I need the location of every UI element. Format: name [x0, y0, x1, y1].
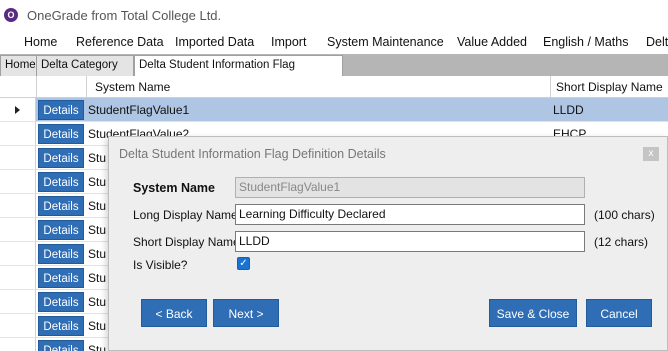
long-display-name-label: Long Display Name [133, 208, 238, 222]
details-button[interactable]: Details [38, 124, 84, 144]
flag-definition-dialog: Delta Student Information Flag Definitio… [108, 136, 668, 351]
details-button[interactable]: Details [38, 244, 84, 264]
grid-row-header-column [0, 76, 37, 98]
is-visible-label: Is Visible? [133, 258, 188, 272]
row-selector[interactable] [0, 146, 36, 169]
system-name-label: System Name [133, 181, 215, 195]
menu-delta[interactable]: Delta [646, 35, 668, 49]
grid-header-short-display-name[interactable]: Short Display Name [551, 76, 668, 98]
next-button[interactable]: Next > [213, 299, 279, 327]
app-title: OneGrade from Total College Ltd. [27, 7, 222, 23]
menu-reference-data[interactable]: Reference Data [76, 35, 164, 49]
system-name-cell: Stu [88, 151, 107, 165]
dialog-title: Delta Student Information Flag Definitio… [119, 147, 386, 161]
save-close-button[interactable]: Save & Close [489, 299, 577, 327]
cancel-button[interactable]: Cancel [586, 299, 652, 327]
system-name-cell: Stu [88, 319, 107, 333]
row-selector[interactable] [0, 242, 36, 265]
short-display-name-hint: (12 chars) [594, 235, 649, 249]
current-row-arrow-icon [15, 106, 20, 114]
tab-delta-category[interactable]: Delta Category [36, 55, 134, 76]
row-selector[interactable] [0, 218, 36, 241]
details-button[interactable]: Details [38, 220, 84, 240]
details-button[interactable]: Details [38, 148, 84, 168]
menu-english-maths[interactable]: English / Maths [543, 35, 628, 49]
document-tab-bar: Home Delta Category Delta Student Inform… [0, 54, 668, 90]
is-visible-checkbox[interactable]: ✓ [237, 257, 250, 270]
main-menu-bar: Home Reference Data Imported Data Import… [0, 30, 668, 54]
row-selector[interactable] [0, 338, 36, 351]
details-button[interactable]: Details [38, 340, 84, 351]
system-name-cell: Stu [88, 271, 107, 285]
row-selector[interactable] [0, 170, 36, 193]
row-selector[interactable] [0, 122, 36, 145]
details-button[interactable]: Details [38, 196, 84, 216]
system-name-cell: Stu [88, 199, 107, 213]
menu-import[interactable]: Import [271, 35, 306, 49]
table-row[interactable]: Details StudentFlagValue1 LLDD [0, 98, 668, 122]
title-bar: O OneGrade from Total College Ltd. [0, 0, 668, 30]
details-button[interactable]: Details [38, 268, 84, 288]
system-name-cell: Stu [88, 247, 107, 261]
row-selector[interactable] [0, 290, 36, 313]
grid-details-column-header [37, 76, 87, 98]
long-display-name-hint: (100 chars) [594, 208, 655, 222]
menu-imported-data[interactable]: Imported Data [175, 35, 254, 49]
system-name-cell: Stu [88, 295, 107, 309]
row-selector[interactable] [0, 98, 36, 121]
system-name-cell: Stu [88, 223, 107, 237]
short-display-name-cell: LLDD [553, 103, 584, 117]
details-button[interactable]: Details [38, 100, 84, 120]
system-name-cell: StudentFlagValue1 [88, 103, 190, 117]
short-display-name-input[interactable]: LLDD [235, 231, 585, 252]
tab-home[interactable]: Home [0, 55, 37, 76]
details-button[interactable]: Details [38, 316, 84, 336]
checkmark-icon: ✓ [239, 258, 248, 269]
back-button[interactable]: < Back [141, 299, 207, 327]
system-name-field: StudentFlagValue1 [235, 177, 585, 198]
grid-header-system-name[interactable]: System Name [87, 76, 551, 98]
app-logo-icon: O [4, 8, 18, 22]
details-button[interactable]: Details [38, 292, 84, 312]
details-button[interactable]: Details [38, 172, 84, 192]
menu-system-maintenance[interactable]: System Maintenance [327, 35, 444, 49]
long-display-name-input[interactable]: Learning Difficulty Declared [235, 204, 585, 225]
system-name-cell: Stu [88, 343, 107, 351]
tab-delta-student-flag-definition[interactable]: Delta Student Information Flag Definitio… [134, 55, 343, 90]
short-display-name-label: Short Display Name [133, 235, 240, 249]
row-selector[interactable] [0, 266, 36, 289]
row-selector[interactable] [0, 194, 36, 217]
row-selector[interactable] [0, 314, 36, 337]
menu-home[interactable]: Home [24, 35, 57, 49]
menu-value-added[interactable]: Value Added [457, 35, 527, 49]
system-name-cell: Stu [88, 175, 107, 189]
dialog-close-button[interactable]: x [643, 147, 659, 161]
